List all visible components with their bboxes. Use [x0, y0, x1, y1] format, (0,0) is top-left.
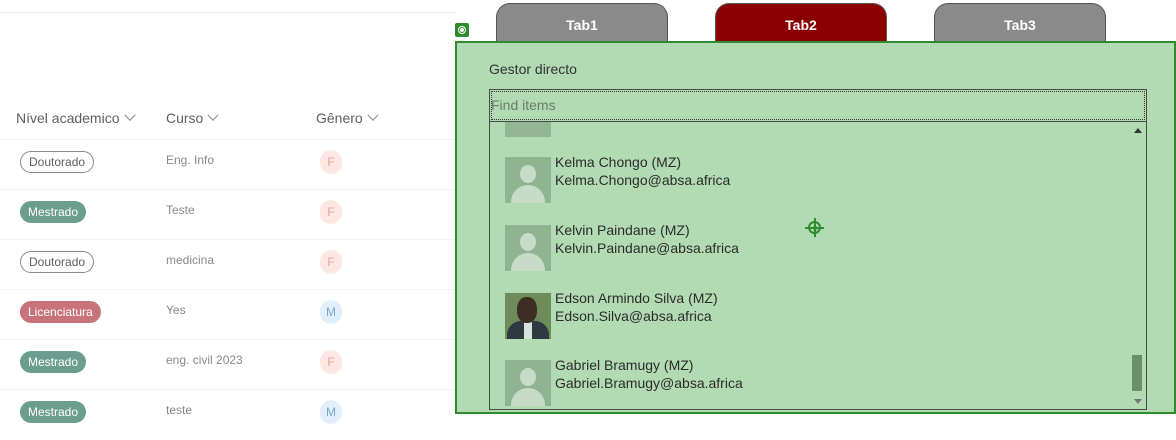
column-header-curso[interactable]: Curso [166, 108, 220, 128]
person-placeholder-icon [505, 157, 551, 203]
avatar [505, 293, 551, 339]
person-placeholder-icon [505, 360, 551, 406]
list-item[interactable]: Edson Armindo Silva (MZ) Edson.Silva@abs… [490, 290, 1130, 353]
nivel-badge: Mestrado [20, 351, 87, 373]
table-row[interactable]: Doutorado medicina F [0, 239, 456, 290]
tab-1[interactable]: Tab1 [496, 3, 668, 43]
search-box[interactable] [489, 89, 1147, 122]
table-row[interactable]: Mestrado teste M [0, 389, 456, 440]
curso-cell: Yes [166, 303, 186, 317]
gender-badge: F [320, 350, 342, 374]
column-header-label: Gênero [316, 110, 363, 126]
list-item[interactable]: Kelma Chongo (MZ) Kelma.Chongo@absa.afri… [490, 154, 1130, 217]
person-name: Kelvin Paindane (MZ) [555, 222, 690, 238]
table-row[interactable]: Doutorado Eng. Info F [0, 139, 456, 190]
curso-cell: medicina [166, 253, 215, 267]
nivel-badge: Doutorado [20, 151, 95, 173]
target-icon [805, 218, 824, 237]
search-input[interactable] [491, 97, 1091, 113]
person-placeholder-icon [505, 225, 551, 271]
scroll-down-icon[interactable] [1134, 399, 1142, 404]
people-listbox[interactable]: Kelma Chongo (MZ) Kelma.Chongo@absa.afri… [489, 122, 1147, 410]
gender-badge: F [320, 200, 342, 224]
records-list: Nível academico Curso Gênero Doutorado E… [0, 0, 456, 435]
person-name: Gabriel Bramugy (MZ) [555, 357, 694, 373]
column-header-label: Curso [166, 110, 204, 126]
chevron-down-icon [123, 109, 136, 121]
list-item[interactable]: Gabriel Bramugy (MZ) Gabriel.Bramugy@abs… [490, 357, 1130, 409]
avatar [505, 122, 551, 137]
selection-handle-icon[interactable] [455, 23, 469, 37]
table-row[interactable]: Mestrado eng. civil 2023 F [0, 339, 456, 390]
person-name: Kelma Chongo (MZ) [555, 154, 682, 170]
curso-cell: Teste [166, 203, 195, 217]
table-row[interactable]: Mestrado Teste F [0, 189, 456, 240]
field-label: Gestor directo [489, 61, 577, 77]
nivel-badge: Mestrado [20, 201, 87, 223]
person-email: Gabriel.Bramugy@absa.africa [555, 375, 743, 391]
column-header-nivel[interactable]: Nível academico [16, 108, 136, 128]
scrollbar-thumb[interactable] [1132, 355, 1142, 391]
chevron-down-icon [207, 109, 220, 121]
curso-cell: teste [166, 403, 193, 417]
nivel-badge: Mestrado [20, 401, 87, 423]
gender-badge: M [320, 300, 342, 324]
gender-badge: F [320, 250, 342, 274]
scrollbar[interactable] [1130, 122, 1146, 409]
nivel-badge: Licenciatura [20, 301, 101, 323]
person-email: Kelma.Chongo@absa.africa [555, 172, 731, 188]
gender-badge: F [320, 150, 342, 174]
person-name: Edson Armindo Silva (MZ) [555, 290, 718, 306]
curso-cell: Eng. Info [166, 153, 215, 167]
column-header-genero[interactable]: Gênero [316, 108, 379, 128]
scroll-up-icon[interactable] [1134, 128, 1142, 133]
tab-3[interactable]: Tab3 [934, 3, 1106, 43]
person-email: Kelvin.Paindane@absa.africa [555, 240, 739, 256]
column-header-label: Nível academico [16, 110, 120, 126]
chevron-down-icon [367, 109, 379, 121]
list-item[interactable]: Kelvin Paindane (MZ) Kelvin.Paindane@abs… [490, 222, 1130, 285]
nivel-badge: Doutorado [20, 251, 95, 273]
gender-badge: M [320, 400, 342, 424]
tab-2[interactable]: Tab2 [715, 3, 887, 43]
table-row[interactable]: Licenciatura Yes M [0, 289, 456, 340]
curso-cell: eng. civil 2023 [166, 353, 243, 367]
divider [0, 12, 456, 13]
person-email: Edson.Silva@absa.africa [555, 308, 712, 324]
